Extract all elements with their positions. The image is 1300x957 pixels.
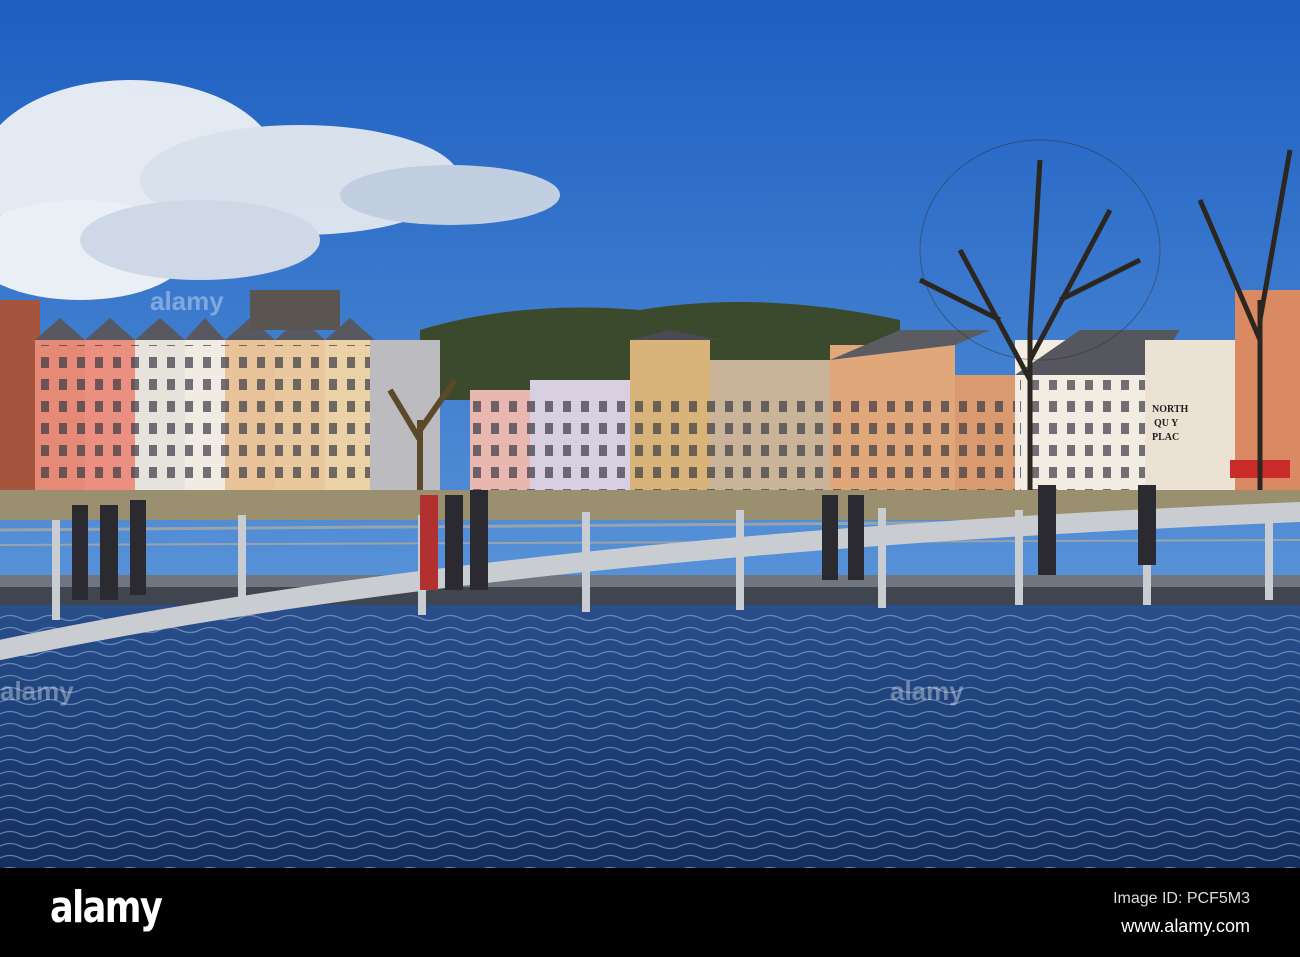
river-photo: NORTH QU Y PLAC alamy alamy alamy — [0, 0, 1300, 868]
svg-text:alamy: alamy — [890, 676, 964, 706]
photo-scene: NORTH QU Y PLAC alamy alamy alamy alamy … — [0, 0, 1300, 957]
site-url[interactable]: www.alamy.com — [1121, 916, 1250, 937]
alamy-logo: alamy — [50, 882, 163, 933]
sign-line-2: QU Y — [1154, 418, 1179, 429]
image-id: Image ID: PCF5M3 — [1113, 890, 1250, 907]
stock-footer: alamy Image ID: PCF5M3 www.alamy.com — [0, 868, 1300, 957]
svg-text:alamy: alamy — [150, 286, 224, 316]
sign-line-3: PLAC — [1152, 432, 1179, 443]
svg-text:alamy: alamy — [0, 676, 74, 706]
sign-line-1: NORTH — [1152, 404, 1189, 415]
